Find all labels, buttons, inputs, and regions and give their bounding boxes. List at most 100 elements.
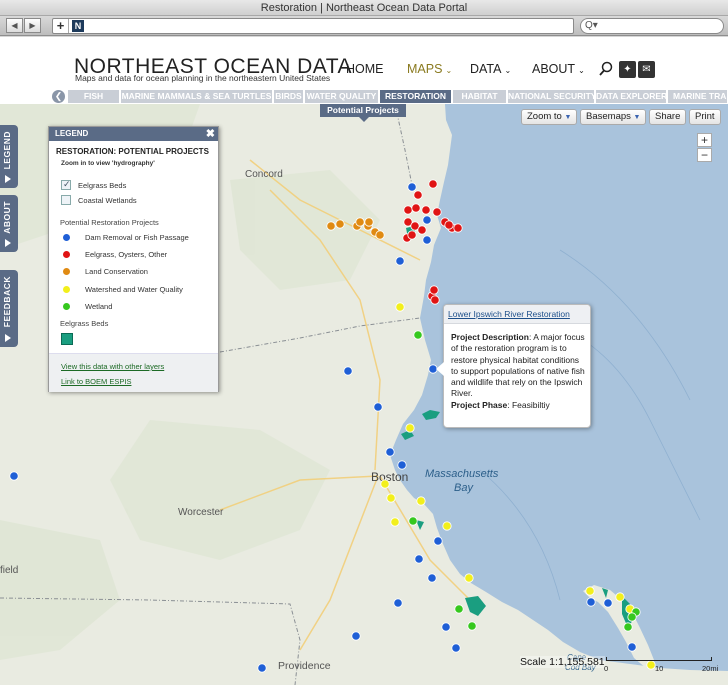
add-tab-button[interactable]: +	[53, 19, 69, 33]
tabs-back-icon[interactable]: ❮	[52, 90, 65, 103]
project-popup: Lower Ipswich River Restoration Project …	[443, 304, 591, 428]
print-button[interactable]: Print	[689, 109, 721, 125]
wetland-marker[interactable]	[413, 330, 423, 340]
land-conservation-marker[interactable]	[355, 217, 365, 227]
nav-about[interactable]: ABOUT ⌄	[532, 62, 585, 76]
eelgrass-oyster-marker[interactable]	[430, 295, 440, 305]
wetland-marker[interactable]	[408, 516, 418, 526]
browser-search-input[interactable]: Q▾	[580, 18, 724, 34]
legend-item-label: Eelgrass, Oysters, Other	[85, 250, 168, 259]
nav-home[interactable]: HOME	[346, 62, 384, 76]
water-quality-marker[interactable]	[442, 521, 452, 531]
water-quality-marker[interactable]	[386, 493, 396, 503]
tab-water-quality[interactable]: WATER QUALITY	[305, 90, 379, 103]
dam-removal-marker[interactable]	[433, 536, 443, 546]
nav-data[interactable]: DATA ⌄	[470, 62, 511, 76]
nav-maps[interactable]: MAPS ⌄	[407, 62, 452, 76]
water-quality-marker[interactable]	[646, 660, 656, 670]
view-with-other-layers-link[interactable]: View this data with other layers	[61, 362, 164, 371]
email-icon[interactable]: ✉	[638, 61, 655, 78]
eelgrass-oyster-marker[interactable]	[453, 223, 463, 233]
side-tab-legend[interactable]: LEGEND	[0, 125, 18, 188]
back-icon[interactable]: ◀	[6, 18, 23, 33]
dam-removal-marker[interactable]	[343, 366, 353, 376]
eelgrass-oyster-marker[interactable]	[407, 230, 417, 240]
side-tab-legend-label: LEGEND	[2, 131, 12, 170]
eelgrass-oyster-marker[interactable]	[429, 285, 439, 295]
eelgrass-oyster-marker[interactable]	[421, 205, 431, 215]
eelgrass-oyster-marker[interactable]	[411, 203, 421, 213]
tab-data-explorer[interactable]: DATA EXPLORER	[596, 90, 667, 103]
water-quality-marker[interactable]	[464, 573, 474, 583]
eelgrass-oyster-marker[interactable]	[413, 190, 423, 200]
tab-marine-mammals[interactable]: MARINE MAMMALS & SEA TURTLES	[121, 90, 273, 103]
city-label-field: field	[0, 565, 18, 576]
wetland-marker[interactable]	[627, 612, 637, 622]
water-quality-marker[interactable]	[395, 302, 405, 312]
dam-removal-marker[interactable]	[451, 643, 461, 653]
dam-removal-marker[interactable]	[603, 598, 613, 608]
eelgrass-oyster-marker[interactable]	[417, 225, 427, 235]
land-conservation-marker[interactable]	[326, 221, 336, 231]
tab-fish[interactable]: FISH	[68, 90, 120, 103]
water-quality-marker[interactable]	[405, 423, 415, 433]
tab-habitat[interactable]: HABITAT	[453, 90, 507, 103]
water-quality-marker[interactable]	[380, 479, 390, 489]
close-icon[interactable]: ✖	[206, 127, 215, 141]
dam-removal-marker[interactable]	[441, 622, 451, 632]
twitter-icon[interactable]: ✦	[619, 61, 636, 78]
dam-removal-marker[interactable]	[414, 554, 424, 564]
wetland-marker[interactable]	[454, 604, 464, 614]
dam-removal-marker[interactable]	[422, 215, 432, 225]
dam-removal-marker[interactable]	[407, 182, 417, 192]
subtab-potential-projects[interactable]: Potential Projects	[320, 104, 406, 117]
tab-marine-transportation[interactable]: MARINE TRA	[668, 90, 728, 103]
water-quality-marker[interactable]	[615, 592, 625, 602]
city-label-worcester: Worcester	[178, 507, 224, 518]
tab-national-security[interactable]: NATIONAL SECURITY	[508, 90, 595, 103]
zoom-out-button[interactable]: −	[697, 148, 712, 162]
side-tab-about[interactable]: ABOUT	[0, 195, 18, 252]
zoom-in-button[interactable]: +	[697, 133, 712, 147]
boem-espis-link[interactable]: Link to BOEM ESPIS	[61, 377, 131, 386]
window-title: Restoration | Northeast Ocean Data Porta…	[0, 0, 728, 16]
forward-icon[interactable]: ▶	[24, 18, 41, 33]
checkbox-eelgrass[interactable]	[61, 179, 71, 190]
dam-removal-marker[interactable]	[373, 402, 383, 412]
land-conservation-marker[interactable]	[375, 230, 385, 240]
dam-removal-marker[interactable]	[385, 447, 395, 457]
eelgrass-oyster-marker[interactable]	[432, 207, 442, 217]
side-tab-feedback[interactable]: FEEDBACK	[0, 270, 18, 347]
eelgrass-oyster-marker[interactable]	[403, 205, 413, 215]
search-icon[interactable]	[598, 61, 614, 77]
dam-removal-marker[interactable]	[395, 256, 405, 266]
eelgrass-swatch	[61, 333, 73, 345]
water-quality-marker[interactable]	[585, 586, 595, 596]
dam-removal-marker[interactable]	[422, 235, 432, 245]
eelgrass-oyster-marker[interactable]	[444, 220, 454, 230]
zoom-to-button[interactable]: Zoom to ▼	[521, 109, 578, 125]
basemaps-button[interactable]: Basemaps ▼	[580, 109, 647, 125]
dam-removal-marker[interactable]	[586, 597, 596, 607]
eelgrass-oyster-marker[interactable]	[428, 179, 438, 189]
wetland-marker[interactable]	[623, 622, 633, 632]
checkbox-coastal-wetlands[interactable]	[61, 195, 71, 205]
water-quality-marker[interactable]	[416, 496, 426, 506]
tab-restoration[interactable]: RESTORATION	[380, 90, 452, 103]
share-button[interactable]: Share	[649, 109, 687, 125]
tab-birds[interactable]: BIRDS	[274, 90, 304, 103]
dam-removal-marker[interactable]	[427, 573, 437, 583]
dam-removal-marker[interactable]	[397, 460, 407, 470]
dam-removal-marker[interactable]	[9, 471, 19, 481]
popup-title-link[interactable]: Lower Ipswich River Restoration	[448, 309, 570, 319]
address-bar[interactable]: + N	[52, 18, 574, 34]
water-quality-marker[interactable]	[390, 517, 400, 527]
dam-removal-marker[interactable]	[257, 663, 267, 673]
dam-removal-marker[interactable]	[627, 642, 637, 652]
scale-tick-10: 10	[655, 664, 664, 673]
land-conservation-marker[interactable]	[364, 217, 374, 227]
dam-removal-marker[interactable]	[351, 631, 361, 641]
land-conservation-marker[interactable]	[335, 219, 345, 229]
wetland-marker[interactable]	[467, 621, 477, 631]
dam-removal-marker[interactable]	[393, 598, 403, 608]
